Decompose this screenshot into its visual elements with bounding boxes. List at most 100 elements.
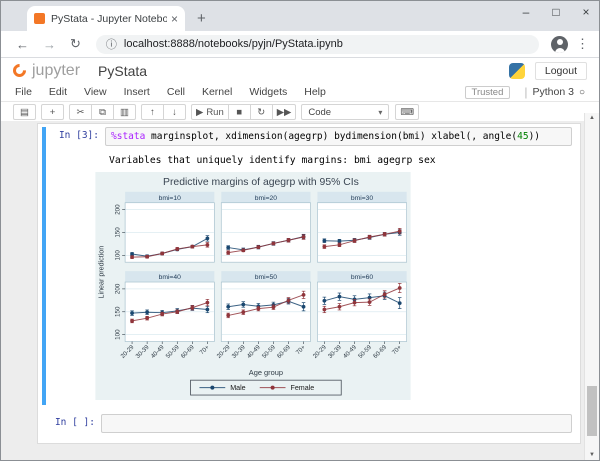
- cut-cell-button[interactable]: ✂: [69, 104, 92, 120]
- menu-view[interactable]: View: [84, 86, 107, 98]
- run-icon: ▶: [196, 107, 203, 118]
- save-button[interactable]: ▤: [13, 104, 36, 120]
- browser-titlebar: PyStata - Jupyter Notebook × + – □ ×: [1, 1, 599, 31]
- cut-icon: ✂: [77, 107, 85, 118]
- menu-cell[interactable]: Cell: [167, 86, 185, 98]
- menu-help[interactable]: Help: [304, 86, 326, 98]
- jupyter-header: jupyter PyStata Logout: [1, 58, 599, 83]
- restart-kernel-button[interactable]: ↻: [250, 104, 273, 120]
- move-cell-down-button[interactable]: ↓: [163, 104, 186, 120]
- interrupt-kernel-button[interactable]: ■: [228, 104, 251, 120]
- browser-menu-icon[interactable]: ⋮: [576, 36, 589, 52]
- menu-file[interactable]: File: [15, 86, 32, 98]
- url-text: localhost:8888/notebooks/pyjn/PyStata.ip…: [124, 38, 343, 50]
- svg-text:Female: Female: [290, 384, 314, 392]
- add-cell-button[interactable]: +: [41, 104, 64, 120]
- svg-text:bmi=20: bmi=20: [255, 195, 278, 202]
- jupyter-logo-icon[interactable]: [10, 61, 28, 79]
- notebook-content: In [3]: %stata marginsplot, xdimension(a…: [1, 121, 599, 460]
- input-prompt: In [3]:: [46, 127, 105, 141]
- svg-text:200: 200: [115, 204, 122, 215]
- fast-forward-icon: ▶▶: [277, 107, 292, 118]
- code-cell[interactable]: In [3]: %stata marginsplot, xdimension(a…: [42, 127, 576, 405]
- svg-text:200: 200: [115, 283, 122, 294]
- svg-text:bmi=50: bmi=50: [255, 274, 278, 281]
- tab-close-icon[interactable]: ×: [171, 12, 178, 26]
- scroll-up-icon[interactable]: ▲: [585, 115, 599, 121]
- close-button[interactable]: ×: [579, 5, 593, 19]
- notebook-menubar: File Edit View Insert Cell Kernel Widget…: [1, 83, 599, 102]
- save-icon: ▤: [20, 107, 29, 118]
- code-input[interactable]: %stata marginsplot, xdimension(agegrp) b…: [105, 127, 572, 146]
- code-magic: %stata: [111, 131, 145, 142]
- new-tab-button[interactable]: +: [197, 10, 206, 27]
- browser-window: PyStata - Jupyter Notebook × + – □ × ← →…: [0, 0, 600, 461]
- svg-text:Predictive margins of agegrp w: Predictive margins of agegrp with 95% CI…: [163, 177, 359, 188]
- scrollbar-thumb[interactable]: [587, 386, 597, 436]
- empty-code-input[interactable]: [101, 414, 572, 433]
- kernel-name: Python 3: [533, 86, 574, 98]
- kernel-idle-icon: ○: [579, 87, 585, 98]
- svg-text:bmi=30: bmi=30: [351, 195, 374, 202]
- copy-cell-button[interactable]: ⧉: [91, 104, 114, 120]
- scrollbar[interactable]: ▲ ▼: [584, 113, 599, 460]
- run-button[interactable]: ▶Run: [191, 104, 229, 120]
- code-close: )): [529, 131, 540, 142]
- svg-text:150: 150: [115, 306, 122, 317]
- code-number: 45: [517, 131, 528, 142]
- keyboard-icon: ⌨: [400, 107, 414, 118]
- menu-widgets[interactable]: Widgets: [249, 86, 287, 98]
- arrow-up-icon: ↑: [150, 107, 155, 118]
- notebook-title[interactable]: PyStata: [98, 63, 147, 79]
- address-bar: ← → ↻ ⓘ localhost:8888/notebooks/pyjn/Py…: [1, 31, 599, 58]
- menu-kernel[interactable]: Kernel: [202, 86, 232, 98]
- svg-text:Age group: Age group: [249, 368, 283, 377]
- page-info-icon[interactable]: ⓘ: [106, 36, 117, 52]
- restart-icon: ↻: [257, 107, 265, 118]
- svg-text:150: 150: [115, 227, 122, 238]
- svg-text:100: 100: [115, 250, 122, 261]
- svg-text:bmi=10: bmi=10: [159, 195, 182, 202]
- cell-type-dropdown[interactable]: Code ▾: [301, 104, 389, 120]
- jupyter-brand[interactable]: jupyter: [32, 62, 80, 80]
- scroll-down-icon[interactable]: ▼: [585, 452, 599, 458]
- empty-code-cell[interactable]: In [ ]:: [42, 414, 576, 433]
- cell-type-value: Code: [308, 107, 331, 118]
- back-icon[interactable]: ←: [16, 37, 29, 52]
- svg-text:bmi=60: bmi=60: [351, 274, 374, 281]
- empty-input-prompt: In [ ]:: [42, 414, 101, 428]
- logout-button[interactable]: Logout: [535, 62, 587, 80]
- paste-icon: ▥: [120, 107, 129, 118]
- stdout-text: Variables that uniquely identify margins…: [109, 155, 576, 166]
- window-controls: – □ ×: [519, 5, 593, 19]
- code-body: marginsplot, xdimension(agegrp) bydimens…: [145, 131, 517, 142]
- command-palette-button[interactable]: ⌨: [395, 104, 419, 120]
- svg-text:bmi=40: bmi=40: [159, 274, 182, 281]
- menu-insert[interactable]: Insert: [124, 86, 150, 98]
- stop-icon: ■: [236, 107, 242, 118]
- notebook-toolbar: ▤ + ✂ ⧉ ▥ ↑ ↓ ▶Run ■ ↻ ▶▶ Code ▾ ⌨: [1, 102, 599, 123]
- tab-title: PyStata - Jupyter Notebook: [51, 13, 167, 25]
- svg-text:Linear prediction: Linear prediction: [97, 246, 105, 299]
- run-label: Run: [206, 107, 223, 118]
- svg-text:Male: Male: [230, 384, 245, 392]
- url-field[interactable]: ⓘ localhost:8888/notebooks/pyjn/PyStata.…: [96, 35, 539, 54]
- paste-cell-button[interactable]: ▥: [113, 104, 136, 120]
- restart-run-all-button[interactable]: ▶▶: [272, 104, 297, 120]
- notebook-card: In [3]: %stata marginsplot, xdimension(a…: [37, 123, 581, 444]
- menu-edit[interactable]: Edit: [49, 86, 67, 98]
- jupyter-favicon-icon: [34, 13, 45, 24]
- forward-icon[interactable]: →: [43, 37, 56, 52]
- reload-icon[interactable]: ↻: [70, 36, 81, 52]
- profile-avatar[interactable]: [551, 36, 568, 53]
- svg-text:100: 100: [115, 329, 122, 340]
- kernel-divider: |: [524, 85, 527, 99]
- browser-tab[interactable]: PyStata - Jupyter Notebook ×: [27, 6, 185, 31]
- maximize-button[interactable]: □: [549, 5, 563, 19]
- arrow-down-icon: ↓: [172, 107, 177, 118]
- chevron-down-icon: ▾: [378, 108, 382, 117]
- move-cell-up-button[interactable]: ↑: [141, 104, 164, 120]
- trusted-badge[interactable]: Trusted: [465, 86, 511, 99]
- stata-marginsplot-chart: Predictive margins of agegrp with 95% CI…: [94, 172, 576, 405]
- minimize-button[interactable]: –: [519, 5, 533, 19]
